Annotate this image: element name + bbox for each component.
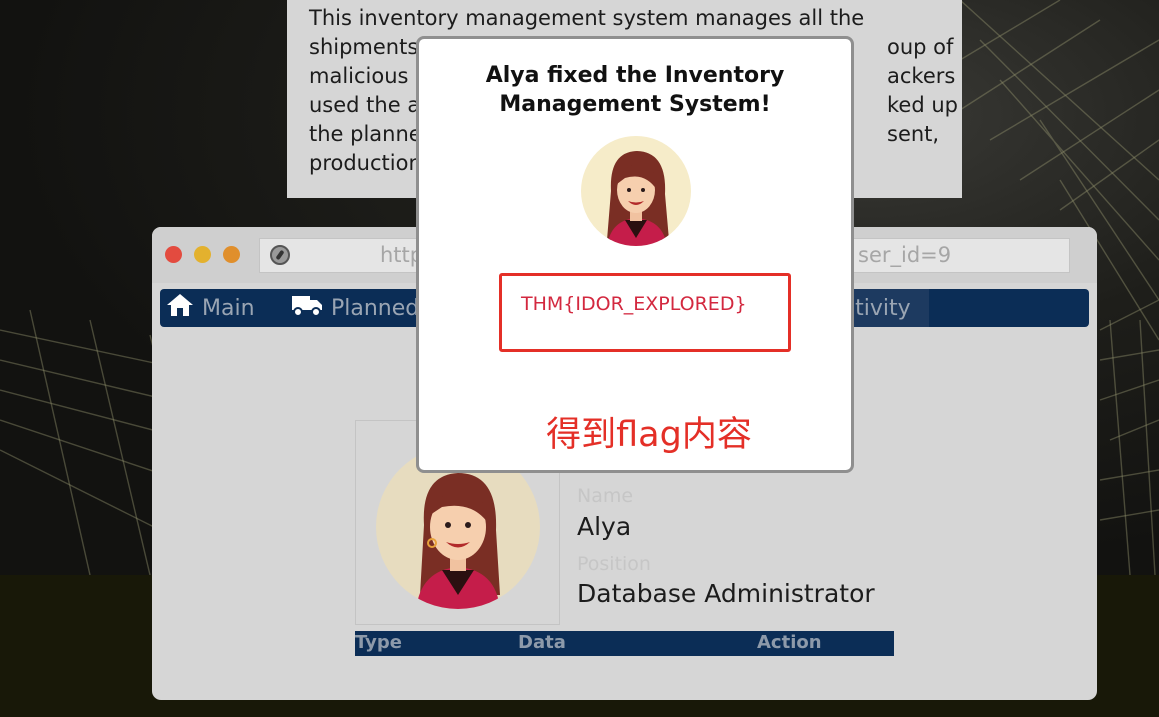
nav-item-planned[interactable]: Planned <box>291 289 419 327</box>
name-value: Alya <box>577 512 632 541</box>
url-text-end: ser_id=9 <box>858 243 952 267</box>
minimize-window-button[interactable] <box>194 246 211 263</box>
compass-icon <box>270 245 290 265</box>
description-fragment: sent, <box>887 122 940 146</box>
description-fragment: oup of <box>887 35 954 59</box>
flag-highlight-box: THM{IDOR_EXPLORED} <box>499 273 791 352</box>
modal-title: Alya fixed the Inventory Management Syst… <box>419 61 851 119</box>
avatar <box>581 136 691 246</box>
description-right-column: oup of ackers ked up sent, <box>887 33 958 149</box>
nav-item-main[interactable]: Main <box>166 289 255 327</box>
truck-icon <box>291 293 323 323</box>
column-header-data: Data <box>518 632 566 653</box>
success-modal: Alya fixed the Inventory Management Syst… <box>416 36 854 473</box>
column-header-type: Type <box>355 632 402 653</box>
annotation-note: 得到flag内容 <box>546 415 752 455</box>
name-label: Name <box>577 485 634 507</box>
close-window-button[interactable] <box>165 246 182 263</box>
modal-title-line: Management System! <box>499 92 771 117</box>
home-icon <box>166 293 194 323</box>
column-header-action: Action <box>757 632 822 653</box>
position-value: Database Administrator <box>577 579 875 608</box>
nav-item-label: Planned <box>331 295 420 321</box>
modal-title-line: Alya fixed the Inventory <box>485 63 785 88</box>
nav-item-label: Main <box>202 295 255 321</box>
zoom-window-button[interactable] <box>223 246 240 263</box>
flag-text: THM{IDOR_EXPLORED} <box>521 293 747 315</box>
description-fragment: ackers <box>887 64 956 88</box>
position-label: Position <box>577 553 651 575</box>
description-line: This inventory management system manages… <box>309 6 865 30</box>
table-header: Type Data Action <box>355 631 894 656</box>
description-fragment: ked up <box>887 93 958 117</box>
